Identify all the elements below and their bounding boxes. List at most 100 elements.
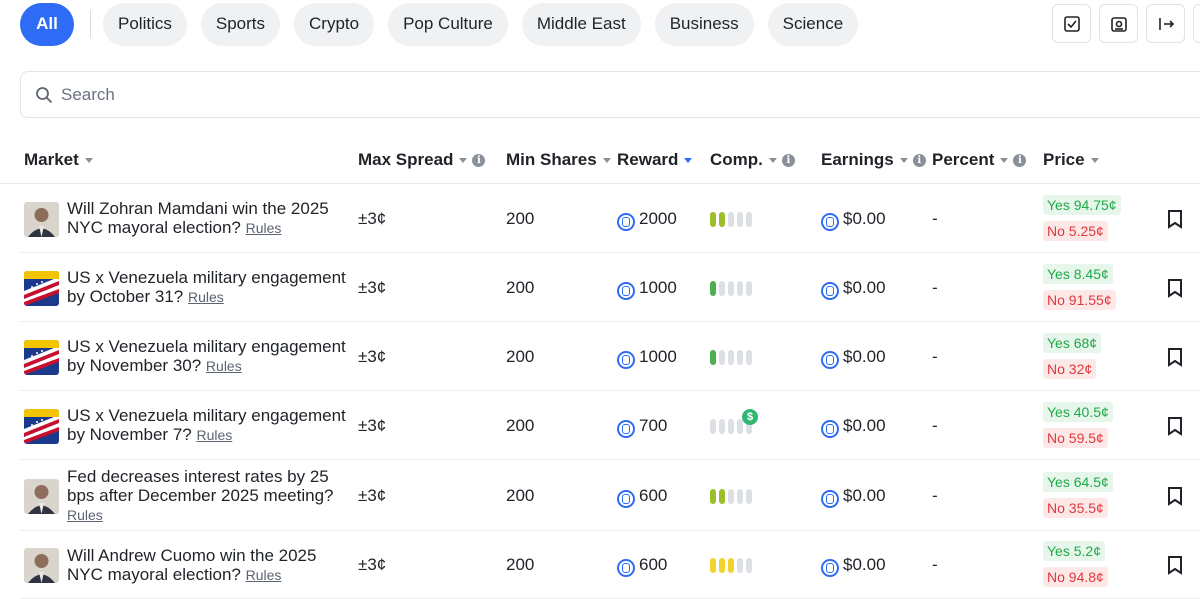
yes-price-badge[interactable]: Yes 8.45¢ [1043, 263, 1113, 284]
column-header-reward[interactable]: Reward [617, 150, 693, 170]
category-chip-sports[interactable]: Sports [200, 2, 280, 46]
bookmark-button[interactable] [1167, 486, 1183, 511]
reward-cell: 1000 [617, 347, 677, 369]
earnings-coin-icon [821, 212, 839, 231]
category-chip-crypto[interactable]: Crypto [294, 2, 375, 46]
max-spread-value: ±3¢ [358, 346, 387, 366]
rules-link[interactable]: Rules [246, 220, 282, 236]
competition-bar [728, 280, 734, 296]
competition-bar [710, 280, 716, 296]
column-header-max-spread[interactable]: Max Spread i [358, 150, 486, 170]
market-title[interactable]: Will Zohran Mamdani win the 2025 NYC may… [67, 199, 357, 238]
column-header-min-shares[interactable]: Min Shares [506, 150, 611, 170]
competition-bar [719, 558, 725, 573]
column-header-percent[interactable]: Percent i [932, 150, 1027, 170]
bookmark-icon [1168, 486, 1182, 506]
table-row[interactable]: Will Andrew Cuomo win the 2025 NYC mayor… [20, 531, 1200, 599]
category-chip-pop-culture[interactable]: Pop Culture [388, 2, 508, 46]
table-row[interactable]: US x Venezuela military engagement by No… [20, 391, 1200, 460]
reward-value: 2000 [639, 208, 677, 228]
table-row[interactable]: Fed decreases interest rates by 25 bps a… [20, 460, 1200, 531]
earnings-value: $0.00 [843, 555, 886, 574]
column-header-earnings[interactable]: Earnings i [821, 150, 926, 170]
yes-price-badge[interactable]: Yes 40.5¢ [1043, 401, 1113, 422]
earnings-cell: $0.00 [821, 555, 886, 577]
column-header-comp[interactable]: Comp. i [710, 150, 795, 170]
category-chip-science[interactable]: Science [767, 2, 859, 46]
column-header-earnings-label: Earnings [821, 150, 894, 169]
market-title[interactable]: US x Venezuela military engagement by No… [67, 337, 357, 376]
yes-price-badge[interactable]: Yes 5.2¢ [1043, 541, 1105, 561]
reward-coin-icon [617, 281, 635, 300]
competition-bar [737, 280, 743, 296]
price-cell: Yes 8.45¢ No 91.55¢ [1043, 263, 1116, 316]
more-button[interactable] [1193, 4, 1200, 43]
checklist-button[interactable] [1052, 4, 1091, 43]
percent-value: - [932, 346, 938, 366]
market-avatar [24, 478, 59, 514]
no-price-badge[interactable]: No 91.55¢ [1043, 289, 1116, 310]
bookmark-button[interactable] [1167, 278, 1183, 303]
bookmark-button[interactable] [1167, 555, 1183, 580]
earnings-cell: $0.00 [821, 416, 886, 438]
sort-caret-icon [459, 157, 468, 163]
competition-bar [710, 211, 716, 227]
market-title[interactable]: US x Venezuela military engagement by No… [67, 406, 357, 445]
rules-link[interactable]: Rules [246, 567, 282, 583]
earnings-value: $0.00 [843, 277, 886, 297]
bookmark-button[interactable] [1167, 347, 1183, 372]
yes-price-badge[interactable]: Yes 64.5¢ [1043, 471, 1113, 492]
person-photo [24, 548, 59, 583]
no-price-badge[interactable]: No 94.8¢ [1043, 567, 1108, 587]
logout-button[interactable] [1146, 4, 1185, 43]
search-input[interactable] [61, 84, 961, 105]
person-photo [24, 478, 59, 514]
table-row[interactable]: US x Venezuela military engagement by No… [20, 322, 1200, 391]
no-price-badge[interactable]: No 35.5¢ [1043, 497, 1108, 518]
yes-price-badge[interactable]: Yes 68¢ [1043, 332, 1102, 353]
percent-value: - [932, 555, 938, 574]
column-header-price[interactable]: Price [1043, 150, 1099, 170]
search-bar[interactable] [20, 71, 1200, 118]
competition-bar [746, 280, 752, 296]
rules-link[interactable]: Rules [67, 507, 103, 523]
market-title[interactable]: Fed decreases interest rates by 25 bps a… [67, 467, 357, 525]
min-shares-value: 200 [506, 415, 535, 435]
info-icon[interactable]: i [781, 153, 795, 167]
no-price-badge[interactable]: No 32¢ [1043, 358, 1097, 379]
market-title[interactable]: Will Andrew Cuomo win the 2025 NYC mayor… [67, 546, 357, 585]
rules-link[interactable]: Rules [188, 289, 224, 305]
no-price-badge[interactable]: No 5.25¢ [1043, 220, 1108, 241]
no-price-badge[interactable]: No 59.5¢ [1043, 427, 1108, 448]
min-shares-value: 200 [506, 277, 535, 297]
column-header-market[interactable]: Market [24, 150, 93, 170]
category-chip-all[interactable]: All [20, 2, 74, 46]
market-question: Will Zohran Mamdani win the 2025 NYC may… [67, 199, 329, 237]
earnings-value: $0.00 [843, 346, 886, 366]
market-avatar [24, 548, 59, 583]
max-spread-value: ±3¢ [358, 485, 387, 505]
max-spread-value: ±3¢ [358, 277, 387, 297]
rules-link[interactable]: Rules [206, 358, 242, 374]
reward-coin-icon [617, 350, 635, 369]
market-question: Fed decreases interest rates by 25 bps a… [67, 467, 334, 505]
category-chip-business[interactable]: Business [654, 2, 754, 46]
market-title[interactable]: US x Venezuela military engagement by Oc… [67, 268, 357, 307]
flag-image [24, 408, 59, 444]
table-row[interactable]: Will Zohran Mamdani win the 2025 NYC may… [20, 184, 1200, 253]
bookmark-button[interactable] [1167, 209, 1183, 234]
competition-bar [719, 488, 725, 504]
rules-link[interactable]: Rules [196, 427, 232, 443]
search-icon [36, 86, 53, 103]
table-row[interactable]: US x Venezuela military engagement by Oc… [20, 253, 1200, 322]
bookmark-button[interactable] [1167, 416, 1183, 441]
info-icon[interactable]: i [472, 153, 486, 167]
category-chip-middle-east[interactable]: Middle East [521, 2, 641, 46]
info-icon[interactable]: i [1013, 153, 1027, 167]
competition-bar [710, 488, 716, 504]
report-button[interactable] [1099, 4, 1138, 43]
yes-price-badge[interactable]: Yes 94.75¢ [1043, 194, 1121, 215]
category-chip-politics[interactable]: Politics [103, 2, 187, 46]
reward-cell: 700 [617, 416, 667, 438]
info-icon[interactable]: i [912, 153, 926, 167]
